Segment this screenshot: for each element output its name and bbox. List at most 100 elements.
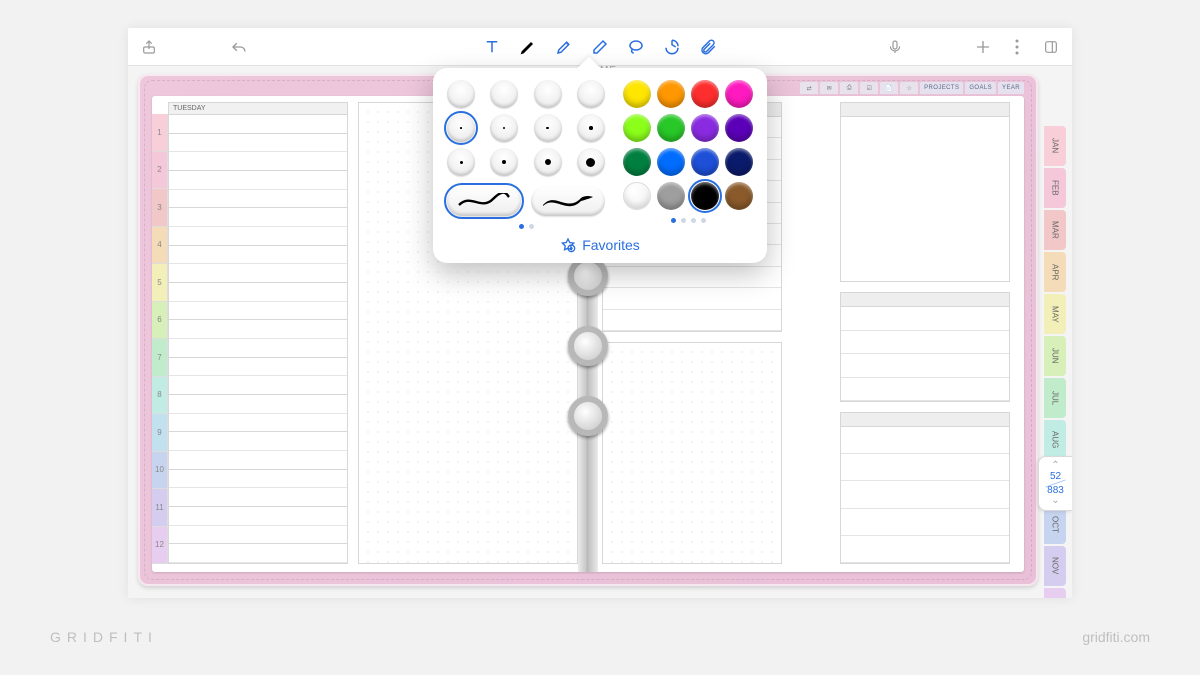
page-prev-icon[interactable]: ⌃ [1041,461,1070,471]
pen-size-option[interactable] [447,80,475,108]
month-tab-aug[interactable]: AUG [1044,420,1066,460]
nav-icon[interactable]: ⇄ [800,82,818,94]
more-button[interactable] [1002,32,1032,62]
pen-color-option[interactable] [691,148,719,176]
pen-size-option[interactable] [447,114,475,142]
pen-color-option[interactable] [623,182,651,210]
pen-color-option[interactable] [725,114,753,142]
nav-tab-goals[interactable]: GOALS [965,82,996,94]
binder-ring-icon [568,396,608,436]
month-tab-feb[interactable]: FEB [1044,168,1066,208]
pen-color-option[interactable] [623,148,651,176]
pen-settings-popover: Favorites [433,68,767,263]
sidebar-button[interactable] [1036,32,1066,62]
nav-icon[interactable]: ☑ [860,82,878,94]
pen-size-option[interactable] [534,80,562,108]
stroke-style-row [447,186,605,216]
watermark-brand: GRIDFITI [50,629,158,645]
pen-color-option[interactable] [725,182,753,210]
day-schedule[interactable]: TUESDAY [168,102,348,564]
share-button[interactable] [134,32,164,62]
priorities-box[interactable] [840,292,1010,402]
nav-icon[interactable]: ✉ [820,82,838,94]
pen-size-option[interactable] [490,148,518,176]
text-tool-button[interactable] [477,32,507,62]
lasso-tool-button[interactable] [621,32,651,62]
add-button[interactable] [968,32,998,62]
pen-size-grid [447,80,605,176]
hour-label: 9 [152,414,168,452]
attachment-tool-button[interactable] [693,32,723,62]
pen-tool-button[interactable] [513,32,543,62]
hour-label: 3 [152,189,168,227]
page-counter[interactable]: ⌃ 52 883 ⌄ [1038,456,1072,511]
pen-size-option[interactable] [577,148,605,176]
month-tab-nov[interactable]: NOV [1044,546,1066,586]
undo-button[interactable] [224,32,254,62]
pen-color-option[interactable] [657,80,685,108]
pen-color-option[interactable] [691,182,719,210]
highlighter-tool-button[interactable] [549,32,579,62]
tool-group [477,32,723,62]
hour-label: 1 [152,114,168,152]
month-tab-may[interactable]: MAY [1044,294,1066,334]
pen-color-option[interactable] [725,80,753,108]
hour-label: 12 [152,527,168,565]
stroke-pressure-option[interactable] [531,186,605,216]
pen-size-option[interactable] [534,148,562,176]
pen-color-option[interactable] [623,114,651,142]
favorites-button[interactable]: Favorites [447,237,753,253]
pen-color-option[interactable] [691,80,719,108]
hour-scale: 123456789101112 [152,114,168,564]
hour-label: 10 [152,452,168,490]
page-next-icon[interactable]: ⌄ [1041,496,1070,506]
pen-color-option[interactable] [657,182,685,210]
app-window: HOME ⇄✉⎙☑📄☆PROJECTSGOALSYEAR 12345678910… [128,28,1072,598]
pen-color-option[interactable] [623,80,651,108]
hour-label: 4 [152,227,168,265]
star-icon [560,237,576,253]
month-tab-mar[interactable]: MAR [1044,210,1066,250]
day-header: TUESDAY [169,103,347,115]
hour-label: 6 [152,302,168,340]
focus-box[interactable] [840,102,1010,282]
color-pager[interactable] [623,218,753,223]
mic-button[interactable] [880,32,910,62]
stroke-smooth-option[interactable] [447,186,521,216]
lined-box[interactable] [840,412,1010,564]
pen-size-option[interactable] [577,80,605,108]
shape-tool-button[interactable] [657,32,687,62]
month-tab-jan[interactable]: JAN [1044,126,1066,166]
size-pager[interactable] [447,224,605,229]
pen-size-option[interactable] [490,114,518,142]
top-toolbar [128,28,1072,66]
pen-color-option[interactable] [691,114,719,142]
month-tab-jun[interactable]: JUN [1044,336,1066,376]
planner-nav-tabs: ⇄✉⎙☑📄☆PROJECTSGOALSYEAR [800,82,1024,94]
hour-label: 7 [152,339,168,377]
month-tab-jul[interactable]: JUL [1044,378,1066,418]
hour-label: 2 [152,152,168,190]
pen-size-option[interactable] [447,148,475,176]
pen-size-option[interactable] [577,114,605,142]
month-tab-dec[interactable]: DEC [1044,588,1066,598]
binder-ring-icon [568,326,608,366]
hour-label: 8 [152,377,168,415]
pen-size-option[interactable] [490,80,518,108]
pen-color-option[interactable] [657,148,685,176]
nav-tab-year[interactable]: YEAR [998,82,1024,94]
hour-label: 11 [152,489,168,527]
nav-icon[interactable]: ⎙ [840,82,858,94]
nav-icon[interactable]: 📄 [880,82,898,94]
page-current: 52 [1041,471,1070,482]
nav-tab-projects[interactable]: PROJECTS [920,82,963,94]
favorites-label: Favorites [582,237,640,253]
pen-size-option[interactable] [534,114,562,142]
nav-icon[interactable]: ☆ [900,82,918,94]
notes-dotted-right[interactable] [602,342,782,564]
pen-color-grid [623,80,753,210]
pen-color-option[interactable] [657,114,685,142]
pen-color-option[interactable] [725,148,753,176]
month-tab-apr[interactable]: APR [1044,252,1066,292]
watermark-url: gridfiti.com [1082,629,1150,645]
